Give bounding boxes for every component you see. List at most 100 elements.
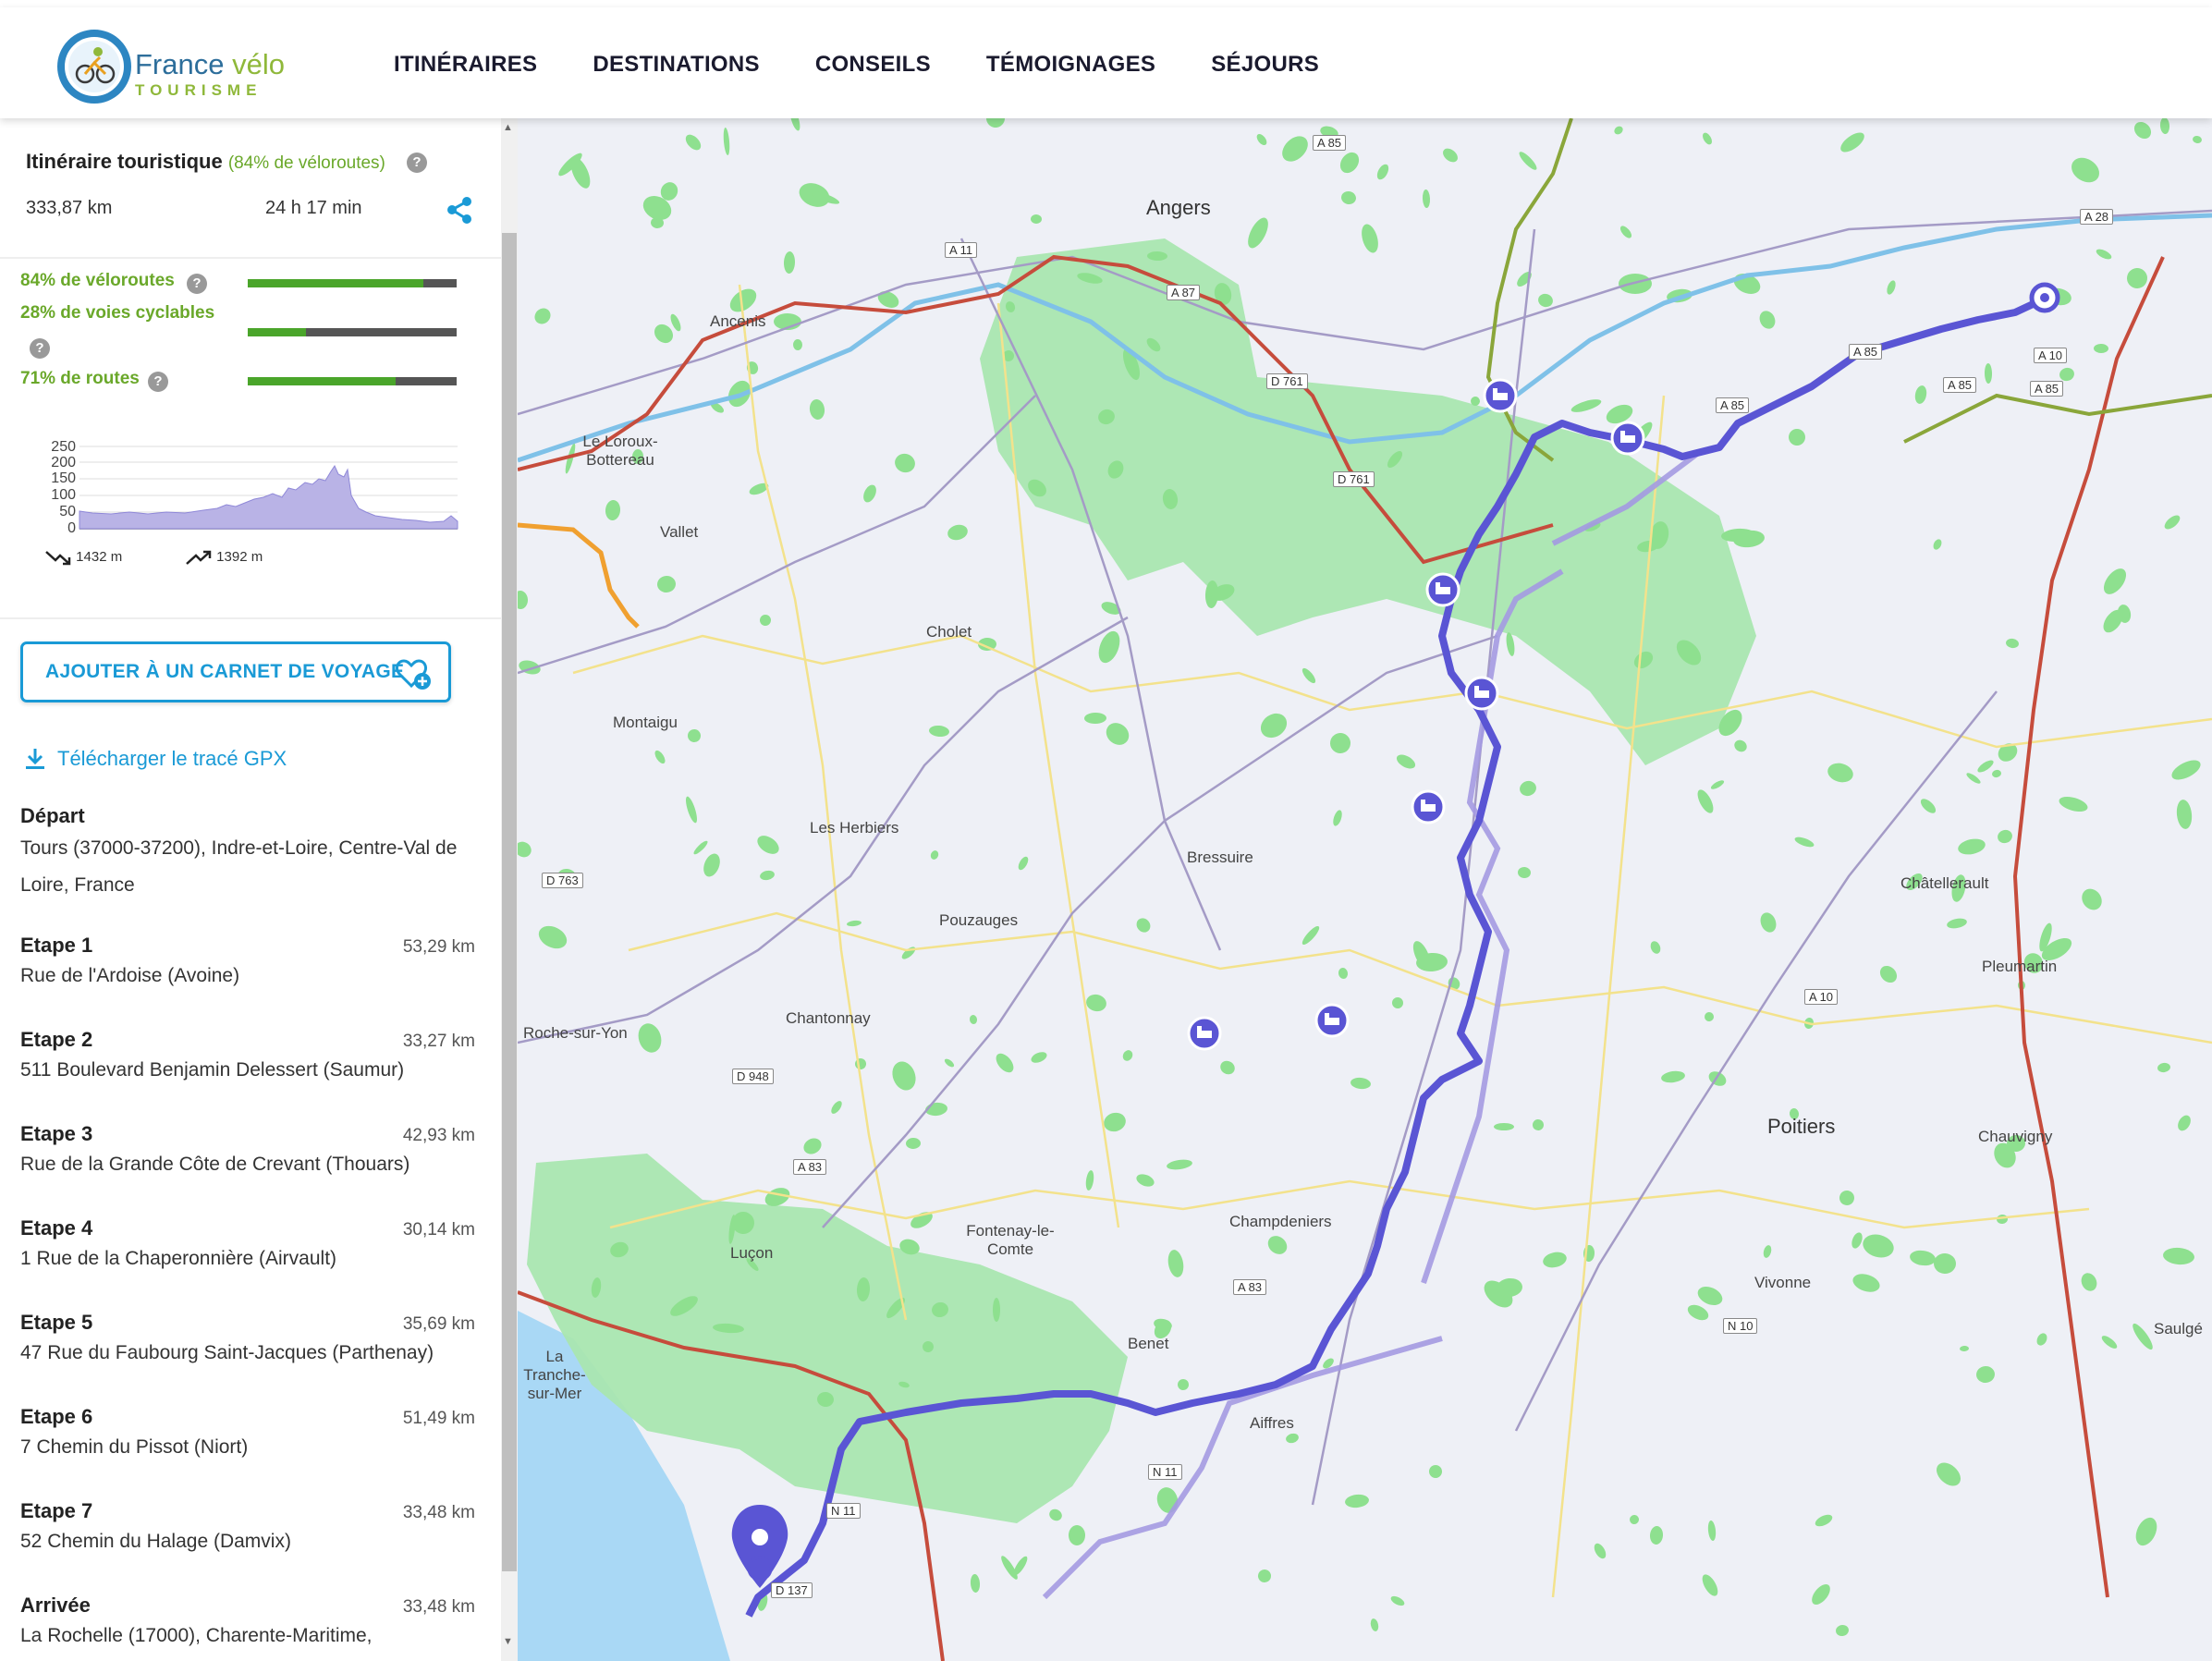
step-item[interactable]: Etape 5 35,69 km 47 Rue du Faubourg Sain…: [20, 1311, 481, 1405]
forest-patch: [657, 575, 676, 593]
nav-destinations[interactable]: DESTINATIONS: [593, 52, 760, 78]
forest-patch: [2164, 515, 2181, 530]
share-icon[interactable]: [444, 194, 475, 226]
forest-patch: [1084, 712, 1106, 725]
place-label: Vallet: [660, 523, 699, 541]
route-map[interactable]: Angers Ancenis Le Loroux-Bottereau Valle…: [518, 118, 2212, 1661]
lodging-marker-icon[interactable]: [1464, 676, 1499, 711]
step-item[interactable]: Etape 1 53,29 km Rue de l'Ardoise (Avoin…: [20, 934, 481, 1028]
step-item[interactable]: Etape 3 42,93 km Rue de la Grande Côte d…: [20, 1122, 481, 1216]
place-label: Angers: [1146, 196, 1211, 219]
road-tag: A 85: [1716, 397, 1750, 413]
lodging-marker-icon[interactable]: [1314, 1003, 1350, 1038]
forest-patch: [1543, 1252, 1567, 1268]
lodging-marker-icon[interactable]: [1610, 421, 1645, 456]
step-item[interactable]: Départ Tours (37000-37200), Indre-et-Loi…: [20, 804, 481, 934]
forest-patch: [1339, 152, 1360, 174]
forest-patch: [757, 836, 779, 854]
forest-patch: [1533, 1119, 1544, 1130]
forest-patch: [1851, 1232, 1863, 1249]
help-icon[interactable]: ?: [187, 274, 207, 294]
nav-sejours[interactable]: SÉJOURS: [1211, 52, 1319, 78]
lodging-marker-icon[interactable]: [1483, 378, 1518, 413]
lodging-marker-icon[interactable]: [1425, 572, 1460, 607]
elevation-descent: 1432 m: [44, 549, 122, 566]
forest-patch: [2157, 1062, 2170, 1073]
road-tag: D 137: [771, 1582, 813, 1598]
start-marker[interactable]: [2029, 282, 2060, 313]
place-label: Les Herbiers: [810, 819, 899, 837]
forest-patch: [518, 841, 532, 858]
download-gpx-link[interactable]: Télécharger le tracé GPX: [24, 747, 287, 771]
forest-patch: [1734, 739, 1747, 752]
route-duration: 24 h 17 min: [265, 198, 362, 218]
forest-patch: [1302, 667, 1316, 684]
help-icon[interactable]: ?: [148, 372, 168, 392]
lodging-marker-icon[interactable]: [1411, 789, 1446, 824]
forest-patch: [993, 1298, 1000, 1322]
forest-patch: [1705, 1012, 1714, 1021]
step-distance: 53,29 km: [402, 937, 475, 957]
logo-tagline: TOURISME: [135, 81, 263, 99]
forest-patch: [1836, 1624, 1849, 1637]
add-to-travel-book-button[interactable]: AJOUTER À UN CARNET DE VOYAGE: [20, 641, 451, 702]
forest-patch: [789, 118, 800, 131]
lodging-marker-icon[interactable]: [1187, 1016, 1222, 1051]
step-address: 52 Chemin du Halage (Damvix): [20, 1531, 291, 1552]
road-tag: D 948: [732, 1069, 774, 1084]
forest-patch: [792, 339, 803, 350]
nav-temoignages[interactable]: TÉMOIGNAGES: [986, 52, 1155, 78]
help-icon[interactable]: ?: [407, 153, 427, 173]
place-label: Roche-sur-Yon: [523, 1024, 628, 1042]
help-icon[interactable]: ?: [30, 338, 50, 359]
forest-patch: [929, 725, 949, 738]
forest-patch: [1018, 856, 1029, 871]
step-distance: 51,49 km: [402, 1409, 475, 1428]
forest-patch: [1260, 713, 1288, 739]
forest-patch: [1350, 1077, 1371, 1090]
ascent-icon: [186, 550, 212, 565]
site-logo[interactable]: France vélo TOURISME: [57, 30, 285, 104]
heart-plus-icon: [396, 659, 431, 690]
forest-patch: [1390, 1595, 1405, 1606]
forest-patch: [847, 920, 862, 927]
step-item[interactable]: Etape 7 33,48 km 52 Chemin du Halage (Da…: [20, 1499, 481, 1594]
step-address: 1 Rue de la Chaperonnière (Airvault): [20, 1248, 337, 1269]
place-label: Pouzauges: [939, 911, 1019, 929]
forest-patch: [760, 870, 775, 881]
logo-wordmark: France vélo: [135, 48, 285, 80]
forest-patch: [1977, 760, 1994, 773]
sidebar-scroll-thumb[interactable]: [502, 233, 517, 1571]
forest-patch: [1630, 1515, 1639, 1524]
forest-patch: [1887, 280, 1896, 295]
scroll-down-arrow-icon[interactable]: ▼: [503, 1636, 513, 1647]
forest-patch: [1370, 1618, 1379, 1631]
forest-patch: [1049, 1508, 1062, 1521]
forest-patch: [1697, 789, 1714, 813]
road-tag: A 85: [1943, 377, 1977, 393]
forest-patch: [1976, 1365, 1995, 1384]
nav-itineraires[interactable]: ITINÉRAIRES: [394, 52, 537, 78]
elev-tick: 150: [51, 470, 76, 486]
logo-icon: [57, 30, 131, 104]
forest-patch: [2171, 760, 2201, 780]
nav-conseils[interactable]: CONSEILS: [815, 52, 931, 78]
elevation-profile: 250 200 150 100 50 0: [51, 439, 458, 534]
forest-patch: [1614, 126, 1623, 135]
road-tag: N 11: [826, 1503, 861, 1519]
forest-patch: [2082, 888, 2102, 910]
forest-patch: [1697, 1286, 1723, 1306]
step-item[interactable]: Etape 2 33,27 km 511 Boulevard Benjamin …: [20, 1028, 481, 1122]
step-item[interactable]: Arrivée 33,48 km La Rochelle (17000), Ch…: [20, 1594, 481, 1661]
step-item[interactable]: Etape 4 30,14 km 1 Rue de la Chaperonniè…: [20, 1216, 481, 1311]
place-label: Saulgé: [2154, 1320, 2203, 1337]
scroll-up-arrow-icon[interactable]: ▲: [503, 122, 513, 133]
elev-tick: 0: [67, 520, 76, 534]
stat-routes-label: 71% de routes: [20, 369, 140, 388]
step-item[interactable]: Etape 6 51,49 km 7 Chemin du Pissot (Nio…: [20, 1405, 481, 1499]
road-tag: A 85: [2030, 381, 2064, 397]
forest-patch: [1517, 272, 1532, 287]
place-label: Poitiers: [1767, 1115, 1836, 1138]
forest-patch: [605, 500, 621, 520]
stat-veloroutes-label: 84% de véloroutes: [20, 271, 175, 290]
